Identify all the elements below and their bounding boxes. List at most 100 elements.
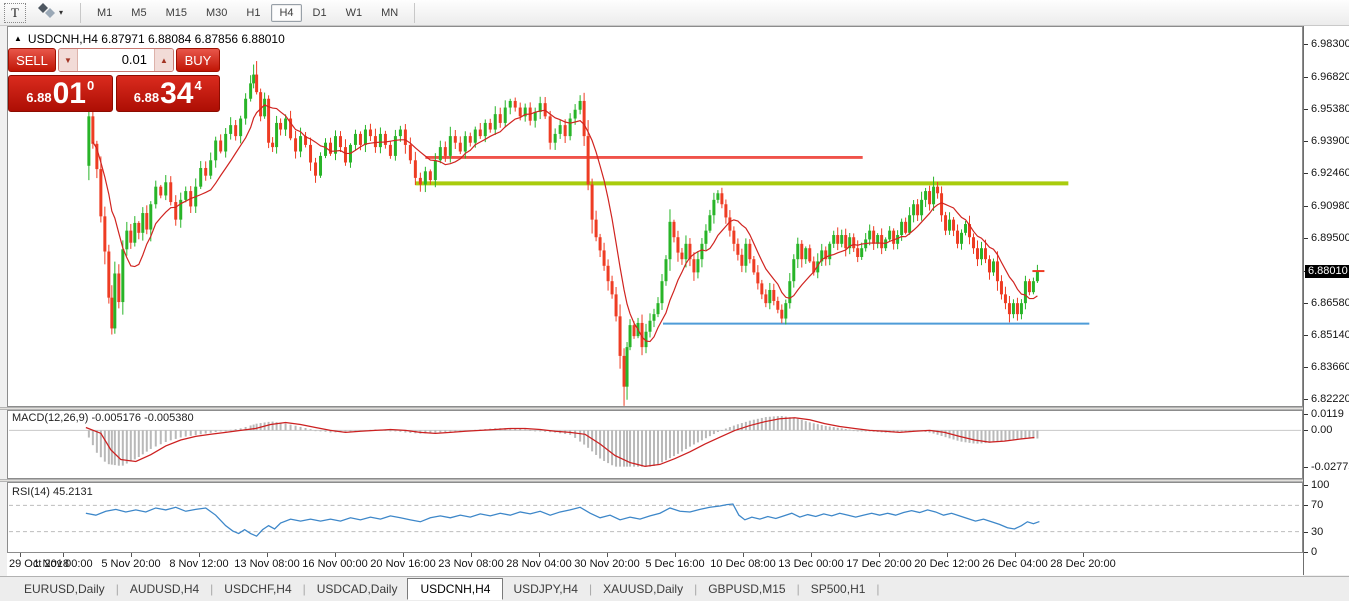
price-axis-label: 6.85140 <box>1311 329 1349 342</box>
buy-button[interactable]: BUY <box>176 48 220 72</box>
chart-tab-sp500[interactable]: SP500,H1 <box>801 579 876 599</box>
sell-button[interactable]: SELL <box>8 48 56 72</box>
price-axis-label: 6.82220 <box>1311 393 1349 406</box>
timeframe-button-m15[interactable]: M15 <box>158 4 195 22</box>
buy-price-button[interactable]: 6.88 34 4 <box>116 75 221 112</box>
date-axis-label: 23 Nov 08:00 <box>438 558 503 570</box>
chart-tab-usdcad[interactable]: USDCAD,Daily <box>307 579 408 599</box>
date-tick <box>879 553 880 557</box>
sell-price-button[interactable]: 6.88 01 0 <box>8 75 113 112</box>
date-tick <box>1083 553 1084 557</box>
price-axis: 6.983006.968206.953806.939006.924606.909… <box>1303 26 1349 575</box>
lot-increase-button[interactable]: ▲ <box>154 49 173 71</box>
axis-tick <box>1304 238 1308 239</box>
axis-tick <box>1304 532 1308 533</box>
price-axis-label: -0.027754 <box>1311 461 1349 474</box>
trading-terminal-window: T ▾ M1M5M15M30H1H4D1W1MN ▲ USDCNH,H4 6.8… <box>0 0 1349 601</box>
price-axis-label: 6.98300 <box>1311 38 1349 51</box>
toolbar-separator <box>414 3 415 23</box>
arrange-windows-button[interactable]: ▾ <box>34 3 66 23</box>
price-axis-label: 0.00 <box>1311 424 1332 437</box>
timeframe-button-m5[interactable]: M5 <box>123 4 154 22</box>
date-tick <box>131 553 132 557</box>
axis-tick <box>1304 505 1308 506</box>
timeframe-button-h4[interactable]: H4 <box>271 4 301 22</box>
date-axis-label: 1 Nov 00:00 <box>33 558 92 570</box>
rsi-chart[interactable] <box>8 483 1302 552</box>
chart-tab-audusd[interactable]: AUDUSD,H4 <box>120 579 209 599</box>
date-tick <box>267 553 268 557</box>
timeframe-button-group: M1M5M15M30H1H4D1W1MN <box>89 4 406 22</box>
timeframe-button-d1[interactable]: D1 <box>305 4 335 22</box>
axis-tick <box>1304 367 1308 368</box>
price-axis-label: 0 <box>1311 546 1317 559</box>
axis-tick <box>1304 467 1308 468</box>
chart-tab-gbpusd[interactable]: GBPUSD,M15 <box>698 579 795 599</box>
diamonds-icon <box>37 2 57 23</box>
macd-indicator-panel[interactable] <box>7 410 1303 479</box>
chart-tab-usdchf[interactable]: USDCHF,H4 <box>214 579 301 599</box>
price-axis-label: 6.96820 <box>1311 71 1349 84</box>
date-axis-label: 8 Nov 12:00 <box>169 558 228 570</box>
chart-tab-usdjpy[interactable]: USDJPY,H4 <box>503 579 587 599</box>
date-axis-label: 10 Dec 08:00 <box>710 558 775 570</box>
timeframe-button-m30[interactable]: M30 <box>198 4 235 22</box>
lot-size-value[interactable]: 0.01 <box>78 49 154 71</box>
price-axis-label: 0.0119 <box>1311 408 1344 421</box>
price-axis-label: 6.86580 <box>1311 297 1349 310</box>
macd-chart[interactable] <box>8 411 1302 478</box>
date-axis-label: 30 Nov 20:00 <box>574 558 639 570</box>
chart-tab-bar: EURUSD,Daily|AUDUSD,H4|USDCHF,H4|USDCAD,… <box>0 576 1349 601</box>
date-axis-label: 28 Nov 04:00 <box>506 558 571 570</box>
timeframe-button-m1[interactable]: M1 <box>89 4 120 22</box>
buy-price-pips: 34 <box>160 78 193 110</box>
date-tick <box>539 553 540 557</box>
date-tick <box>471 553 472 557</box>
date-tick <box>811 553 812 557</box>
date-axis-label: 13 Dec 00:00 <box>778 558 843 570</box>
date-axis-label: 20 Dec 12:00 <box>914 558 979 570</box>
axis-tick <box>1304 173 1308 174</box>
toolbar-separator <box>80 3 81 23</box>
date-tick <box>1015 553 1016 557</box>
date-tick <box>335 553 336 557</box>
date-tick <box>947 553 948 557</box>
current-price-tag: 6.88010 <box>1305 265 1349 278</box>
price-axis-label: 6.93900 <box>1311 135 1349 148</box>
price-axis-label: 6.90980 <box>1311 200 1349 213</box>
axis-tick <box>1304 399 1308 400</box>
tab-separator: | <box>875 582 880 596</box>
date-axis-label: 5 Nov 20:00 <box>101 558 160 570</box>
date-axis-label: 16 Nov 00:00 <box>302 558 367 570</box>
text-tool-button[interactable]: T <box>4 3 26 23</box>
price-axis-label: 70 <box>1311 499 1323 512</box>
lot-decrease-button[interactable]: ▼ <box>59 49 78 71</box>
axis-tick <box>1304 77 1308 78</box>
price-axis-label: 6.83660 <box>1311 361 1349 374</box>
lot-size-spinner: ▼ 0.01 ▲ <box>58 48 174 72</box>
price-axis-label: 100 <box>1311 479 1329 492</box>
rsi-indicator-panel[interactable] <box>7 482 1303 553</box>
chart-tab-usdcnh[interactable]: USDCNH,H4 <box>407 578 503 600</box>
date-tick <box>403 553 404 557</box>
axis-tick <box>1304 109 1308 110</box>
axis-tick <box>1304 303 1308 304</box>
date-axis-label: 17 Dec 20:00 <box>846 558 911 570</box>
date-axis-label: 26 Dec 04:00 <box>982 558 1047 570</box>
price-axis-label: 30 <box>1311 526 1323 539</box>
chart-title-text: USDCNH,H4 6.87971 6.88084 6.87856 6.8801… <box>28 32 285 46</box>
date-axis-label: 28 Dec 20:00 <box>1050 558 1115 570</box>
timeframe-button-h1[interactable]: H1 <box>238 4 268 22</box>
date-tick <box>743 553 744 557</box>
timeframe-button-w1[interactable]: W1 <box>338 4 371 22</box>
chart-title: ▲ USDCNH,H4 6.87971 6.88084 6.87856 6.88… <box>14 32 285 46</box>
price-axis-label: 6.89500 <box>1311 232 1349 245</box>
expand-triangle-icon[interactable]: ▲ <box>14 35 22 43</box>
buy-price-point: 4 <box>194 78 201 93</box>
chart-tab-xauusd[interactable]: XAUUSD,Daily <box>593 579 693 599</box>
axis-tick <box>1304 141 1308 142</box>
date-axis-label: 20 Nov 16:00 <box>370 558 435 570</box>
timeframe-button-mn[interactable]: MN <box>373 4 406 22</box>
axis-tick <box>1304 430 1308 431</box>
chart-tab-eurusd[interactable]: EURUSD,Daily <box>14 579 115 599</box>
